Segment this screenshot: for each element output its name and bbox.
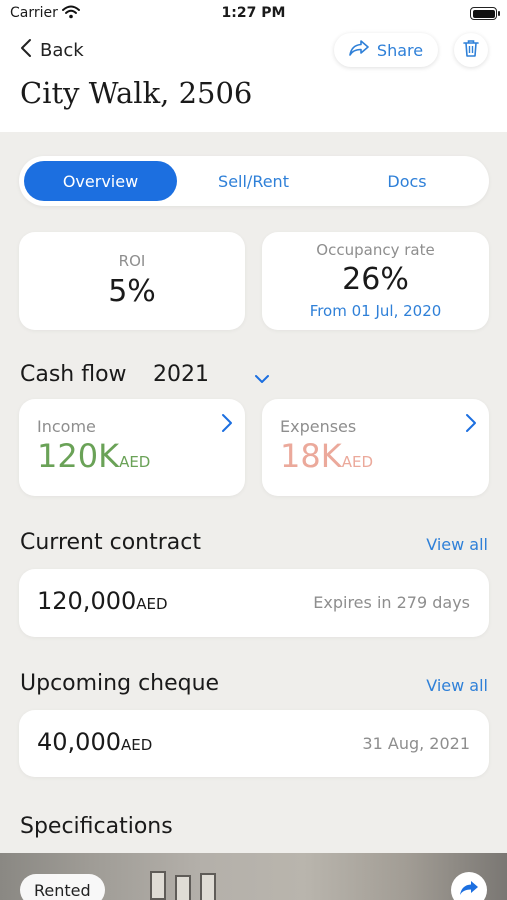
status-badge: Rented	[20, 874, 105, 900]
delete-button[interactable]	[454, 33, 488, 67]
tab-bar: Overview Sell/Rent Docs	[19, 156, 489, 206]
income-card[interactable]: Income 120KAED	[19, 399, 245, 496]
cheque-unit: AED	[120, 736, 153, 754]
occupancy-label: Occupancy rate	[316, 241, 435, 259]
chevron-right-icon	[221, 413, 233, 437]
upcoming-cheque-title: Upcoming cheque	[20, 671, 220, 696]
clock: 1:27 PM	[221, 5, 286, 21]
income-value: 120KAED	[37, 437, 151, 475]
occupancy-card: Occupancy rate 26% From 01 Jul, 2020	[262, 232, 489, 330]
back-label: Back	[40, 39, 84, 61]
share-icon	[349, 40, 369, 60]
tab-overview[interactable]: Overview	[24, 161, 177, 201]
status-bar: Carrier 1:27 PM	[0, 0, 507, 28]
cheque-date: 31 Aug, 2021	[362, 734, 470, 753]
trash-icon	[463, 39, 479, 61]
share-label: Share	[376, 40, 424, 60]
expenses-label: Expenses	[280, 417, 357, 436]
back-chevron-icon	[20, 38, 32, 63]
roi-card: ROI 5%	[19, 232, 245, 330]
page-title: City Walk, 2506	[20, 76, 253, 110]
current-contract-title: Current contract	[20, 530, 201, 555]
roi-value: 5%	[108, 274, 156, 309]
battery-icon	[470, 7, 500, 20]
tab-docs[interactable]: Docs	[330, 161, 484, 201]
cash-flow-title: Cash flow	[20, 362, 127, 387]
cheque-view-all-link[interactable]: View all	[426, 676, 488, 695]
photo-share-button[interactable]	[451, 872, 487, 900]
share-icon	[459, 880, 479, 900]
contract-expiry: Expires in 279 days	[313, 593, 470, 612]
chevron-right-icon	[465, 413, 477, 437]
specifications-title: Specifications	[20, 814, 173, 839]
contract-card[interactable]: 120,000AED Expires in 279 days	[19, 569, 489, 637]
cheque-card[interactable]: 40,000AED 31 Aug, 2021	[19, 710, 489, 777]
occupancy-since: From 01 Jul, 2020	[309, 302, 442, 320]
expenses-unit: AED	[341, 453, 373, 471]
expenses-card[interactable]: Expenses 18KAED	[262, 399, 489, 496]
income-unit: AED	[119, 453, 151, 471]
roi-label: ROI	[118, 252, 146, 270]
share-button[interactable]: Share	[334, 33, 438, 67]
chevron-down-icon[interactable]	[254, 369, 270, 388]
cheque-amount: 40,000AED	[37, 728, 153, 756]
contract-view-all-link[interactable]: View all	[426, 535, 488, 554]
back-button[interactable]: Back	[20, 36, 84, 64]
contract-unit: AED	[136, 595, 168, 613]
year-selector[interactable]: 2021	[153, 362, 209, 387]
income-label: Income	[37, 417, 96, 436]
tab-sell-rent[interactable]: Sell/Rent	[177, 161, 330, 201]
header: Carrier 1:27 PM Back Share City Walk, 25…	[0, 0, 507, 132]
contract-amount: 120,000AED	[37, 587, 168, 615]
occupancy-value: 26%	[342, 262, 409, 297]
expenses-value: 18KAED	[280, 437, 373, 475]
